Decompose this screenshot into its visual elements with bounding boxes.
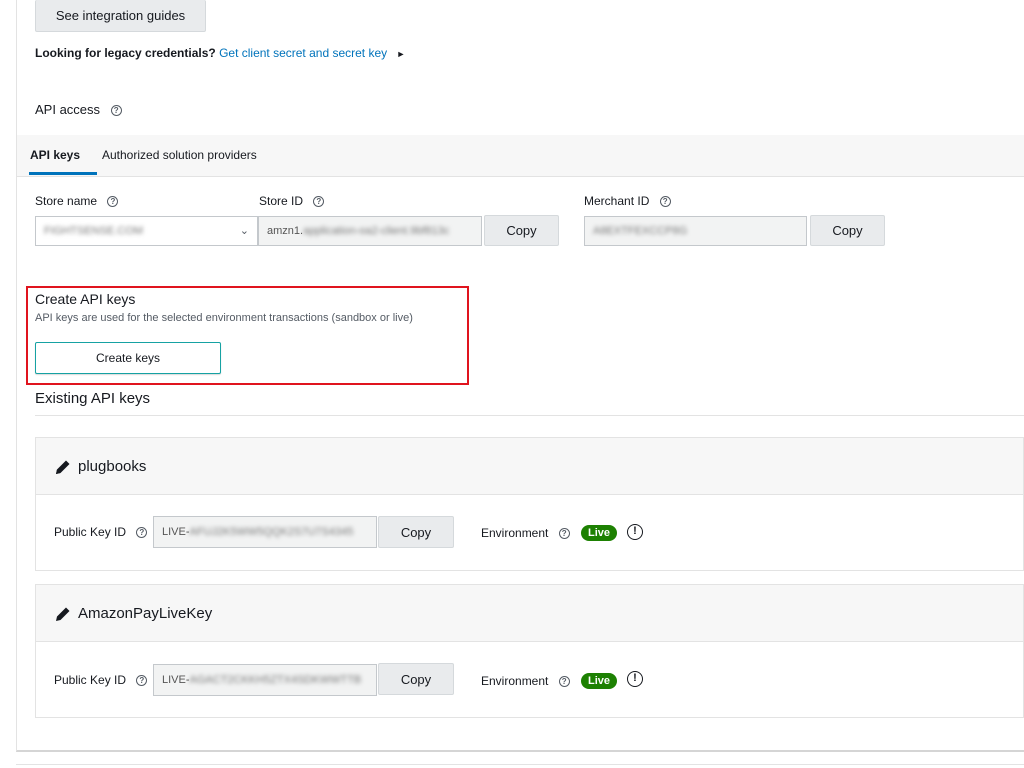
- pencil-icon[interactable]: [54, 605, 72, 623]
- public-key-value: AGACT2CKKH5ZTX4SDKWWTTB: [189, 674, 362, 686]
- active-tab-indicator: [29, 172, 97, 175]
- copy-label: Copy: [832, 223, 863, 238]
- bottom-divider: [16, 764, 1024, 765]
- copy-public-key-button[interactable]: Copy: [378, 516, 454, 548]
- help-icon[interactable]: ?: [136, 527, 148, 539]
- public-key-label-row: Public Key ID ?: [54, 525, 148, 539]
- copy-label: Copy: [506, 223, 537, 238]
- public-key-prefix: LIVE-: [162, 526, 190, 538]
- live-status-badge: Live: [581, 525, 618, 541]
- create-keys-label: Create keys: [95, 351, 161, 365]
- help-icon[interactable]: ?: [313, 196, 325, 208]
- api-key-card: plugbooks Public Key ID ? LIVE- AFUJ2K5W…: [35, 437, 1024, 571]
- copy-label: Copy: [400, 671, 432, 687]
- tab-api-keys[interactable]: API keys: [30, 148, 80, 162]
- see-integration-guides-label: See integration guides: [55, 8, 186, 23]
- help-icon[interactable]: ?: [659, 196, 671, 208]
- api-key-name: plugbooks: [78, 458, 147, 475]
- store-id-label-row: Store ID ?: [259, 194, 325, 208]
- environment-label: Environment: [481, 674, 549, 688]
- create-api-keys-description: API keys are used for the selected envir…: [35, 312, 413, 324]
- public-key-label: Public Key ID: [54, 673, 127, 687]
- public-key-label-row: Public Key ID ?: [54, 673, 148, 687]
- help-icon[interactable]: ?: [558, 528, 570, 540]
- public-key-field[interactable]: LIVE- AGACT2CKKH5ZTX4SDKWWTTB: [153, 664, 377, 696]
- pencil-icon[interactable]: [54, 458, 72, 476]
- api-key-card-header: AmazonPayLiveKey: [36, 585, 1023, 642]
- store-id-value: application-oa2-client.9bf813c: [303, 225, 450, 237]
- section-divider: [35, 415, 1024, 416]
- public-key-label: Public Key ID: [54, 525, 127, 539]
- merchant-id-value: A8EXTFEXCCP8G: [593, 225, 688, 237]
- api-key-name: AmazonPayLiveKey: [78, 605, 213, 622]
- public-key-value: AFUJ2K5WW5QQK2S7U7S4345: [189, 526, 354, 538]
- environment-label-row: Environment ?: [481, 526, 570, 540]
- store-name-value: FIGHTSENSE.COM: [44, 225, 144, 237]
- environment-label-row: Environment ?: [481, 674, 570, 688]
- chevron-down-icon: ⌄: [239, 225, 249, 237]
- see-integration-guides-button[interactable]: See integration guides: [35, 0, 206, 32]
- api-key-card-header: plugbooks: [36, 438, 1023, 495]
- api-access-heading: API access ?: [35, 102, 122, 117]
- store-id-label: Store ID: [259, 194, 304, 208]
- public-key-field[interactable]: LIVE- AFUJ2K5WW5QQK2S7U7S4345: [153, 516, 377, 548]
- merchant-id-field[interactable]: A8EXTFEXCCP8G: [584, 216, 807, 246]
- store-id-prefix: amzn1.: [267, 225, 304, 237]
- legacy-credentials-row: Looking for legacy credentials? Get clie…: [35, 46, 405, 60]
- legacy-credentials-link[interactable]: Get client secret and secret key: [219, 46, 387, 60]
- info-icon[interactable]: !: [627, 524, 643, 540]
- api-key-card: AmazonPayLiveKey Public Key ID ? LIVE- A…: [35, 584, 1024, 718]
- create-keys-button[interactable]: Create keys: [35, 342, 221, 374]
- copy-public-key-button[interactable]: Copy: [378, 663, 454, 695]
- public-key-prefix: LIVE-: [162, 674, 190, 686]
- expand-arrow-icon[interactable]: ►: [396, 49, 405, 59]
- create-api-keys-title: Create API keys: [35, 291, 136, 307]
- live-status-badge: Live: [581, 673, 618, 689]
- copy-merchant-id-button[interactable]: Copy: [810, 215, 885, 246]
- environment-label: Environment: [481, 526, 549, 540]
- store-name-label-row: Store name ?: [35, 194, 119, 208]
- help-icon[interactable]: ?: [136, 675, 148, 687]
- store-id-field[interactable]: amzn1. application-oa2-client.9bf813c: [258, 216, 482, 246]
- help-icon[interactable]: ?: [110, 105, 122, 117]
- tab-authorized-solution-providers[interactable]: Authorized solution providers: [102, 148, 257, 162]
- merchant-id-label: Merchant ID: [584, 194, 650, 208]
- copy-store-id-button[interactable]: Copy: [484, 215, 559, 246]
- info-icon[interactable]: !: [627, 671, 643, 687]
- store-name-label: Store name: [35, 194, 98, 208]
- help-icon[interactable]: ?: [107, 196, 119, 208]
- help-icon[interactable]: ?: [558, 676, 570, 688]
- api-access-label: API access: [35, 102, 101, 117]
- copy-label: Copy: [400, 524, 432, 540]
- existing-api-keys-title: Existing API keys: [35, 390, 151, 407]
- store-name-select[interactable]: FIGHTSENSE.COM ⌄: [35, 216, 258, 246]
- tab-bar: API keys Authorized solution providers: [17, 135, 1024, 177]
- legacy-question: Looking for legacy credentials?: [35, 46, 216, 60]
- merchant-id-label-row: Merchant ID ?: [584, 194, 671, 208]
